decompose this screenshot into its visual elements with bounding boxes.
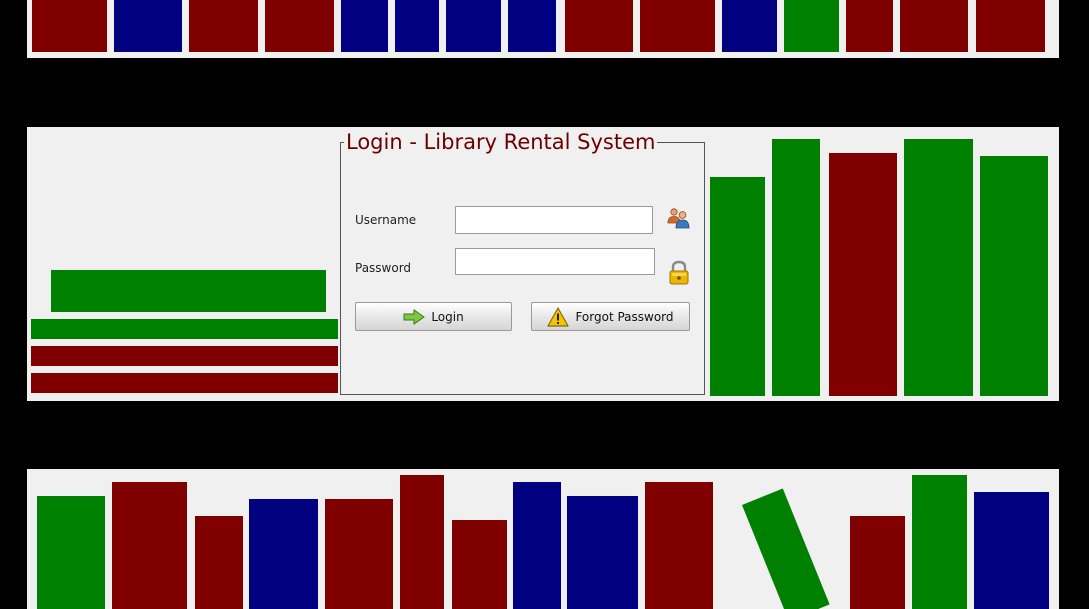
book <box>112 482 187 609</box>
book <box>645 482 713 609</box>
book <box>508 0 556 52</box>
book <box>32 0 107 52</box>
book <box>114 0 182 52</box>
book <box>784 0 839 52</box>
book <box>565 0 633 52</box>
book <box>640 0 715 52</box>
book <box>912 475 967 609</box>
login-button-label: Login <box>431 309 464 324</box>
book <box>710 177 765 396</box>
book <box>452 520 507 609</box>
arrow-right-icon <box>403 308 426 325</box>
bookshelf-bottom <box>27 469 1059 609</box>
book <box>974 492 1049 609</box>
book <box>850 516 905 609</box>
book <box>341 0 388 52</box>
bookshelf-top <box>27 0 1059 58</box>
book <box>980 156 1048 396</box>
username-input[interactable] <box>455 206 653 234</box>
username-label: Username <box>355 213 417 227</box>
book <box>265 0 334 52</box>
book <box>51 270 326 312</box>
book <box>31 319 338 339</box>
book-leaning <box>742 488 830 609</box>
book <box>325 499 393 609</box>
forgot-password-button-label: Forgot Password <box>575 309 674 324</box>
book <box>195 516 243 609</box>
book <box>446 0 501 52</box>
book <box>513 482 561 609</box>
book <box>31 373 338 393</box>
book <box>189 0 258 52</box>
password-input[interactable] <box>455 248 655 275</box>
warning-icon <box>547 306 570 327</box>
book <box>900 0 968 52</box>
password-label: Password <box>355 261 412 275</box>
book <box>976 0 1045 52</box>
book <box>722 0 777 52</box>
users-icon <box>667 206 691 230</box>
book <box>400 475 444 609</box>
book <box>37 496 105 609</box>
login-title: Login - Library Rental System <box>344 128 658 156</box>
book <box>772 139 820 396</box>
book <box>395 0 439 52</box>
book <box>904 139 973 396</box>
lock-icon <box>668 260 690 286</box>
login-button[interactable]: Login <box>355 302 512 331</box>
book <box>829 153 897 396</box>
book <box>846 0 893 52</box>
book <box>567 496 638 609</box>
forgot-password-button[interactable]: Forgot Password <box>531 302 690 331</box>
book <box>249 499 318 609</box>
book <box>31 346 338 366</box>
